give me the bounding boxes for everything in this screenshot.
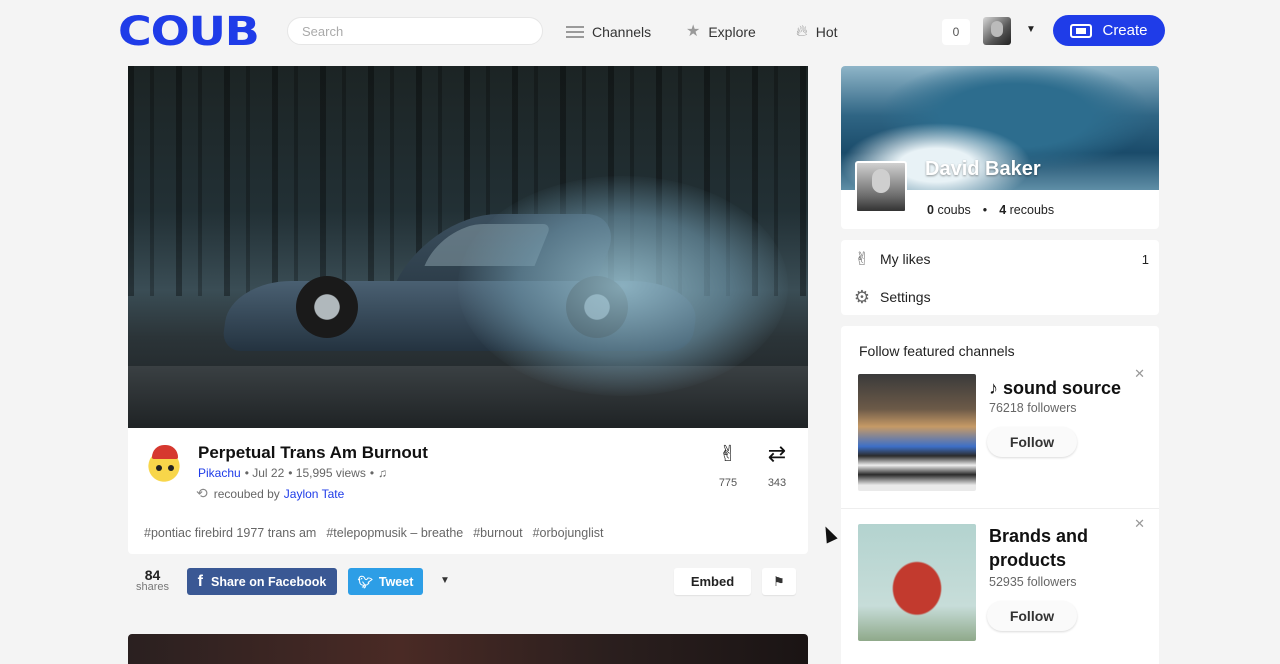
recoub-small-icon: ⟲ [196, 485, 208, 501]
chevron-down-icon[interactable]: ▼ [1026, 24, 1036, 35]
nav-hot[interactable]: 🔥︎ Hot [796, 22, 838, 42]
top-header: COUB Channels ★ Explore 🔥︎ Hot 0 ▼ Creat… [0, 0, 1280, 62]
close-icon[interactable]: ✕ [1134, 366, 1145, 382]
share-row: 84 shares f Share on Facebook 🐦︎ Tweet ▼… [128, 566, 808, 600]
embed-button[interactable]: Embed [674, 568, 751, 595]
like-button[interactable]: ✌ 775 [708, 441, 748, 490]
my-likes-label: My likes [880, 251, 931, 267]
recoubed-by-label: recoubed by [213, 486, 280, 501]
profile-stats: 0 coubs • 4 recoubs [927, 203, 1054, 217]
author-avatar[interactable] [144, 443, 184, 485]
recoub-icon: ⇄ [767, 441, 787, 466]
author-link[interactable]: Pikachu [198, 466, 241, 480]
facebook-icon: f [197, 572, 203, 590]
stat-separator: • [982, 203, 988, 217]
shares-count: 84 shares [136, 567, 170, 593]
create-icon [1070, 23, 1093, 38]
tire-smoke [458, 176, 788, 396]
nav-explore[interactable]: ★ Explore [686, 22, 756, 42]
nav-channels[interactable]: Channels [566, 22, 651, 42]
follow-button[interactable]: Follow [987, 601, 1077, 631]
flag-icon: ⚑ [773, 573, 785, 589]
user-menu: ✌ My likes 1 ⚙ Settings [841, 240, 1159, 315]
menu-settings[interactable]: ⚙ Settings [841, 279, 1159, 315]
channel-followers: 52935 followers [989, 575, 1077, 589]
profile-card: David Baker 0 coubs • 4 recoubs [841, 66, 1159, 229]
more-share-chevron-icon[interactable]: ▼ [440, 575, 450, 586]
create-label: Create [1102, 22, 1148, 39]
tag-link[interactable]: #pontiac firebird 1977 trans am [144, 526, 316, 540]
recoub-button[interactable]: ⇄ 343 [757, 441, 797, 490]
recoubs-count: 343 [767, 477, 787, 489]
meta-separator: • [369, 466, 375, 480]
tweet-label: Tweet [378, 574, 414, 589]
tag-list: #pontiac firebird 1977 trans am #telepop… [144, 526, 603, 540]
nav-hot-label: Hot [815, 24, 838, 40]
follow-button[interactable]: Follow [987, 427, 1077, 457]
channel-thumbnail[interactable] [858, 374, 976, 491]
coub-title[interactable]: Perpetual Trans Am Burnout [198, 443, 428, 463]
car-front-wheel [296, 276, 358, 338]
settings-label: Settings [880, 289, 931, 305]
tag-link[interactable]: #burnout [473, 526, 522, 540]
channel-card: Brands and products 52935 followers Foll… [841, 516, 1159, 664]
channel-name[interactable]: ♪ sound source [989, 376, 1139, 400]
tag-link[interactable]: #telepopmusik – breathe [326, 526, 463, 540]
gear-icon: ⚙ [853, 286, 871, 307]
notifications-count[interactable]: 0 [942, 19, 970, 45]
featured-channels: Follow featured channels ♪ sound source … [841, 326, 1159, 664]
user-avatar[interactable] [983, 17, 1011, 45]
create-button[interactable]: Create [1053, 15, 1165, 46]
channels-icon [566, 26, 584, 38]
search-input[interactable] [287, 17, 543, 45]
recoubs-stat[interactable]: 4 recoubs [999, 203, 1054, 217]
coubs-stat[interactable]: 0 coubs [927, 203, 971, 217]
coub-date: • Jul 22 [244, 466, 285, 480]
flag-button[interactable]: ⚑ [762, 568, 796, 595]
facebook-label: Share on Facebook [211, 574, 327, 589]
next-coub-preview[interactable] [128, 634, 808, 664]
star-icon: ★ [686, 23, 701, 40]
tweet-button[interactable]: 🐦︎ Tweet [348, 568, 423, 595]
music-note-icon[interactable]: ♫ [378, 466, 387, 480]
channel-thumbnail[interactable] [858, 524, 976, 641]
rock-hand-icon: ✌ [718, 441, 738, 466]
featured-title: Follow featured channels [859, 343, 1015, 359]
recoub-line: ⟲ recoubed by Jaylon Tate [196, 485, 344, 502]
close-icon[interactable]: ✕ [1134, 516, 1145, 532]
rock-hand-icon: ✌ [854, 248, 870, 269]
coub-meta: Pikachu • Jul 22 • 15,995 views • ♫ [198, 466, 387, 480]
likes-count: 775 [718, 477, 738, 489]
coub-video[interactable] [128, 66, 808, 428]
channel-card: ♪ sound source 76218 followers Follow ✕ [841, 366, 1159, 509]
nav-explore-label: Explore [708, 24, 756, 40]
flame-icon: 🔥︎ [796, 23, 808, 40]
menu-my-likes[interactable]: ✌ My likes 1 [841, 241, 1159, 277]
tag-link[interactable]: #orbojunglist [533, 526, 604, 540]
coub-logo[interactable]: COUB [118, 12, 260, 52]
recoubed-by-link[interactable]: Jaylon Tate [284, 487, 345, 501]
my-likes-count: 1 [1141, 251, 1149, 267]
coub-info: Perpetual Trans Am Burnout Pikachu • Jul… [128, 428, 808, 554]
mouse-cursor-icon [820, 523, 838, 544]
shares-label: shares [136, 581, 170, 593]
twitter-icon: 🐦︎ [357, 574, 373, 589]
nav-channels-label: Channels [592, 24, 652, 40]
coub-views: • 15,995 views [288, 466, 366, 480]
profile-avatar[interactable] [855, 161, 907, 213]
shares-number: 84 [144, 567, 161, 583]
channel-name[interactable]: Brands and products [989, 524, 1139, 572]
share-facebook-button[interactable]: f Share on Facebook [187, 568, 337, 595]
channel-followers: 76218 followers [989, 401, 1077, 415]
profile-name[interactable]: David Baker [925, 158, 1041, 181]
